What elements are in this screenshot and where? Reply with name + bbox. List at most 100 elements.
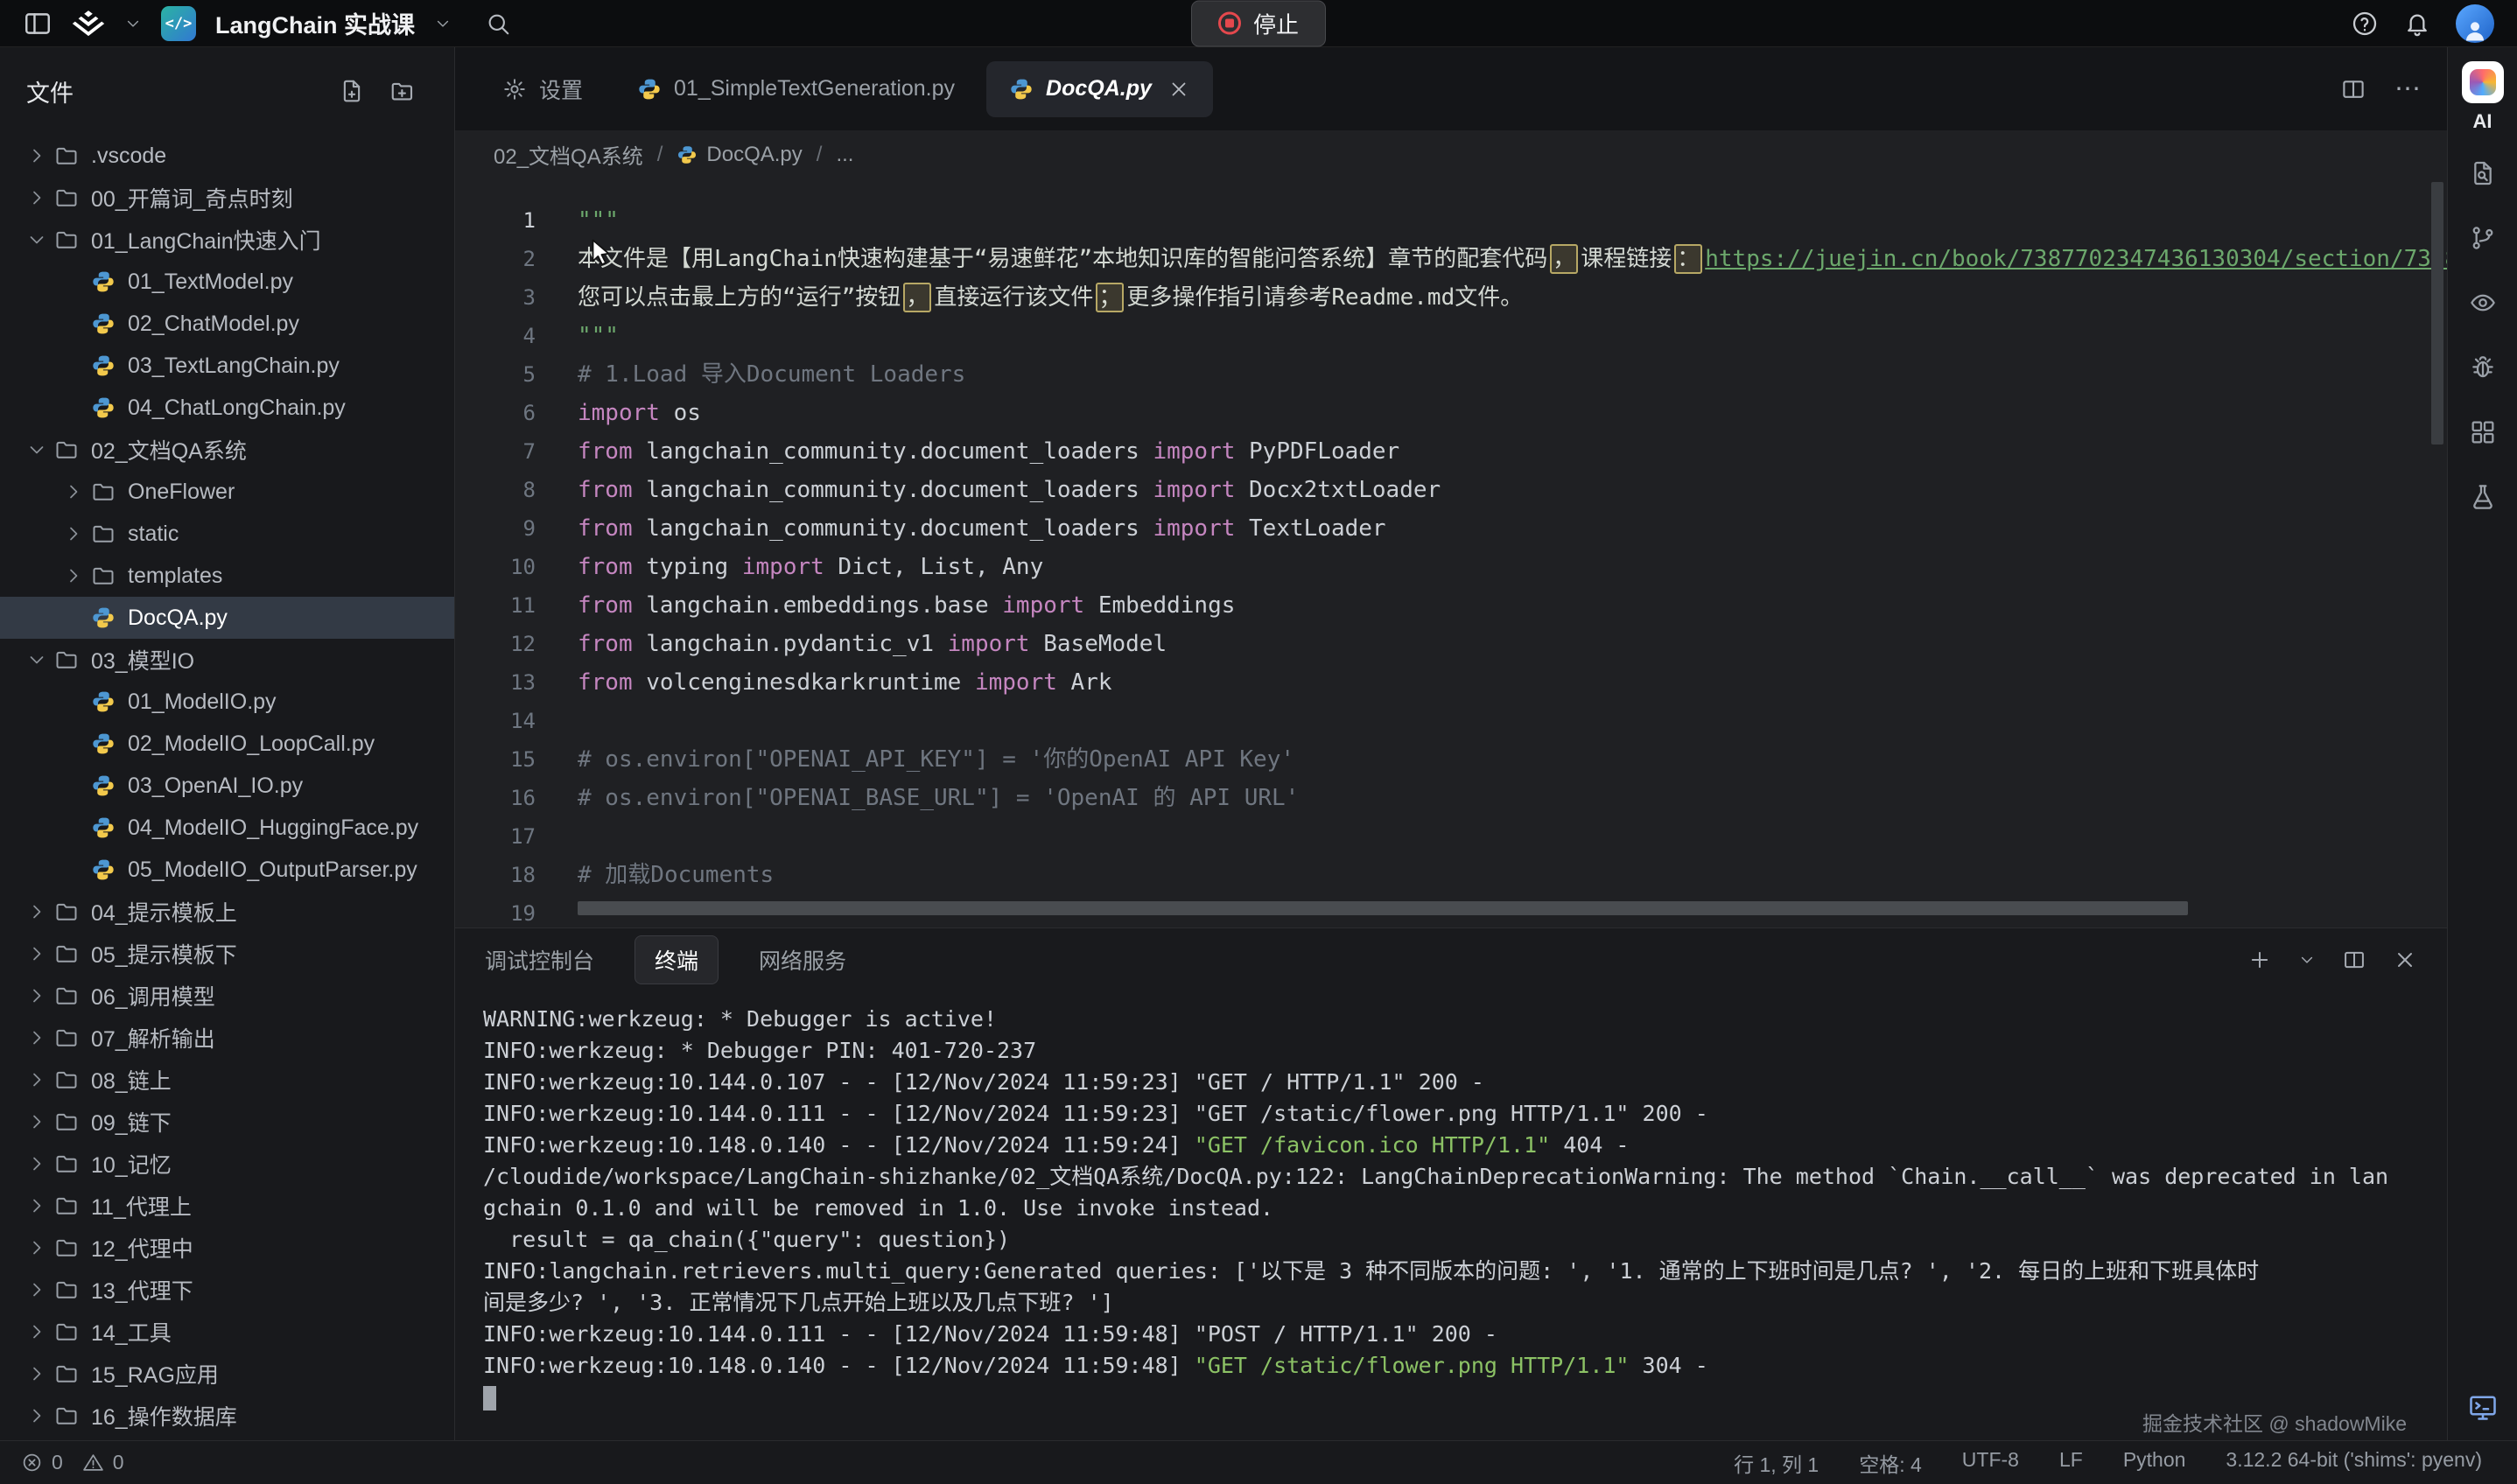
tree-item-label: 02_ChatModel.py bbox=[128, 312, 299, 337]
chevron-right-icon bbox=[26, 187, 47, 208]
tree-folder-02_文档QA系统[interactable]: 02_文档QA系统 bbox=[0, 429, 454, 471]
tree-folder-11_代理上[interactable]: 11_代理上 bbox=[0, 1185, 454, 1227]
close-tab-icon[interactable] bbox=[1167, 78, 1190, 101]
stop-button[interactable]: 停止 bbox=[1191, 0, 1326, 46]
tree-file-02_ModelIO_LoopCall.py[interactable]: 02_ModelIO_LoopCall.py bbox=[0, 723, 454, 765]
new-folder-icon[interactable] bbox=[389, 78, 416, 104]
line-number: 4 bbox=[455, 317, 536, 355]
tree-folder-10_记忆[interactable]: 10_记忆 bbox=[0, 1143, 454, 1185]
status-item[interactable]: 3.12.2 64-bit ('shims': pyenv) bbox=[2226, 1448, 2482, 1478]
panel-tab-网络服务[interactable]: 网络服务 bbox=[759, 944, 846, 976]
chevron-right-icon bbox=[26, 1027, 47, 1048]
status-item[interactable]: 空格: 4 bbox=[1859, 1448, 1922, 1478]
status-item[interactable]: UTF-8 bbox=[1962, 1448, 2019, 1478]
code-lines: 1"""2本文件是【用LangChain快速构建基于“易速鲜花”本地知识库的智能… bbox=[455, 201, 2447, 928]
help-icon[interactable] bbox=[2351, 10, 2379, 38]
breadcrumb-item[interactable]: DocQA.py bbox=[677, 143, 802, 167]
user-avatar[interactable] bbox=[2456, 4, 2494, 43]
search-icon[interactable] bbox=[485, 10, 511, 37]
tree-item-label: 01_TextModel.py bbox=[128, 270, 293, 295]
breadcrumb-separator: / bbox=[817, 143, 823, 167]
ai-assistant-icon[interactable] bbox=[2462, 61, 2504, 103]
file-search-icon[interactable] bbox=[2469, 159, 2497, 187]
tree-file-04_ChatLongChain.py[interactable]: 04_ChatLongChain.py bbox=[0, 387, 454, 429]
tree-folder-static[interactable]: static bbox=[0, 513, 454, 555]
terminal-monitor-icon[interactable] bbox=[2467, 1391, 2499, 1423]
course-chevron-down-icon[interactable] bbox=[434, 15, 452, 32]
tree-folder-06_调用模型[interactable]: 06_调用模型 bbox=[0, 975, 454, 1017]
split-terminal-icon[interactable] bbox=[2342, 948, 2366, 972]
tree-folder-.vscode[interactable]: .vscode bbox=[0, 135, 454, 177]
bottom-panel: 调试控制台 终端 网络服务 WARNING:werkzeug: * Debugger… bbox=[455, 928, 2447, 1440]
tree-folder-04_提示模板上[interactable]: 04_提示模板上 bbox=[0, 891, 454, 933]
terminal-output[interactable]: WARNING:werkzeug: * Debugger is active!I… bbox=[455, 991, 2447, 1440]
tree-item-label: 00_开篇词_奇点时刻 bbox=[91, 182, 293, 214]
folder-icon bbox=[54, 144, 79, 168]
more-actions-icon[interactable]: ⋯ bbox=[2394, 76, 2422, 102]
tree-folder-14_工具[interactable]: 14_工具 bbox=[0, 1311, 454, 1353]
tree-file-04_ModelIO_HuggingFace.py[interactable]: 04_ModelIO_HuggingFace.py bbox=[0, 807, 454, 849]
chevron-right-icon bbox=[26, 1237, 47, 1258]
tree-folder-12_代理中[interactable]: 12_代理中 bbox=[0, 1227, 454, 1269]
breadcrumb-label: DocQA.py bbox=[706, 143, 802, 167]
tree-folder-08_链上[interactable]: 08_链上 bbox=[0, 1059, 454, 1101]
breadcrumb-item[interactable]: ... bbox=[836, 143, 853, 167]
tree-folder-07_解析输出[interactable]: 07_解析输出 bbox=[0, 1017, 454, 1059]
status-item[interactable]: Python bbox=[2123, 1448, 2186, 1478]
tree-file-DocQA.py[interactable]: DocQA.py bbox=[0, 597, 454, 639]
tab-docqa[interactable]: DocQA.py bbox=[986, 61, 1213, 117]
vertical-scrollbar[interactable] bbox=[2431, 182, 2443, 444]
tree-file-03_OpenAI_IO.py[interactable]: 03_OpenAI_IO.py bbox=[0, 765, 454, 807]
tree-file-03_TextLangChain.py[interactable]: 03_TextLangChain.py bbox=[0, 345, 454, 387]
breadcrumb-item[interactable]: 02_文档QA系统 bbox=[494, 139, 643, 170]
tree-folder-01_LangChain快速入门[interactable]: 01_LangChain快速入门 bbox=[0, 219, 454, 261]
folder-icon bbox=[54, 1278, 79, 1302]
tab-simple-text-generation[interactable]: 01_SimpleTextGeneration.py bbox=[614, 61, 978, 117]
tree-folder-OneFlower[interactable]: OneFlower bbox=[0, 471, 454, 513]
tree-folder-templates[interactable]: templates bbox=[0, 555, 454, 597]
horizontal-scrollbar[interactable] bbox=[578, 901, 2188, 915]
tree-folder-00_开篇词_奇点时刻[interactable]: 00_开篇词_奇点时刻 bbox=[0, 177, 454, 219]
git-branch-icon[interactable] bbox=[2469, 224, 2497, 252]
panel-tab-调试控制台[interactable]: 调试控制台 bbox=[485, 944, 594, 976]
terminal-line: INFO:langchain.retrievers.multi_query:Ge… bbox=[483, 1256, 2421, 1287]
status-item[interactable]: LF bbox=[2059, 1448, 2083, 1478]
tree-item-label: 14_工具 bbox=[91, 1316, 172, 1348]
problems-indicator[interactable]: 0 0 bbox=[21, 1451, 135, 1474]
tree-folder-03_模型IO[interactable]: 03_模型IO bbox=[0, 639, 454, 681]
tree-folder-15_RAG应用[interactable]: 15_RAG应用 bbox=[0, 1353, 454, 1395]
folder-icon bbox=[54, 228, 79, 252]
code-line-18: 18# 加载Documents bbox=[455, 856, 2447, 894]
logo-chevron-down-icon[interactable] bbox=[124, 15, 142, 32]
test-flask-icon[interactable] bbox=[2469, 483, 2497, 511]
tree-file-01_ModelIO.py[interactable]: 01_ModelIO.py bbox=[0, 681, 454, 723]
file-tree: .vscode 00_开篇词_奇点时刻 01_LangChain快速入门 01_Tex… bbox=[0, 135, 454, 1440]
tree-folder-16_操作数据库[interactable]: 16_操作数据库 bbox=[0, 1395, 454, 1437]
eye-icon[interactable] bbox=[2469, 289, 2497, 317]
line-number: 17 bbox=[455, 817, 536, 856]
panel-tab-终端[interactable]: 终端 bbox=[635, 935, 719, 984]
line-number: 7 bbox=[455, 432, 536, 471]
status-item[interactable]: 行 1, 列 1 bbox=[1734, 1448, 1819, 1478]
extensions-icon[interactable] bbox=[2469, 418, 2497, 446]
juejin-logo-icon[interactable] bbox=[72, 7, 105, 40]
split-editor-icon[interactable] bbox=[2340, 76, 2366, 102]
tab-settings[interactable]: 设置 bbox=[480, 61, 606, 117]
tree-file-02_ChatModel.py[interactable]: 02_ChatModel.py bbox=[0, 303, 454, 345]
sidebar-toggle-icon[interactable] bbox=[23, 9, 53, 38]
notifications-bell-icon[interactable] bbox=[2403, 10, 2431, 38]
terminal-dropdown-icon[interactable] bbox=[2298, 951, 2316, 969]
tree-file-05_ModelIO_OutputParser.py[interactable]: 05_ModelIO_OutputParser.py bbox=[0, 849, 454, 891]
debug-icon[interactable] bbox=[2469, 354, 2497, 382]
tree-folder-13_代理下[interactable]: 13_代理下 bbox=[0, 1269, 454, 1311]
folder-icon bbox=[54, 942, 79, 966]
close-panel-icon[interactable] bbox=[2393, 948, 2417, 972]
tree-folder-05_提示模板下[interactable]: 05_提示模板下 bbox=[0, 933, 454, 975]
tree-file-01_TextModel.py[interactable]: 01_TextModel.py bbox=[0, 261, 454, 303]
new-file-icon[interactable] bbox=[339, 78, 365, 104]
new-terminal-icon[interactable] bbox=[2247, 948, 2272, 972]
tree-folder-09_链下[interactable]: 09_链下 bbox=[0, 1101, 454, 1143]
tree-item-label: 03_TextLangChain.py bbox=[128, 354, 340, 379]
code-editor[interactable]: 1"""2本文件是【用LangChain快速构建基于“易速鲜花”本地知识库的智能… bbox=[455, 178, 2447, 928]
folder-icon bbox=[91, 564, 116, 588]
